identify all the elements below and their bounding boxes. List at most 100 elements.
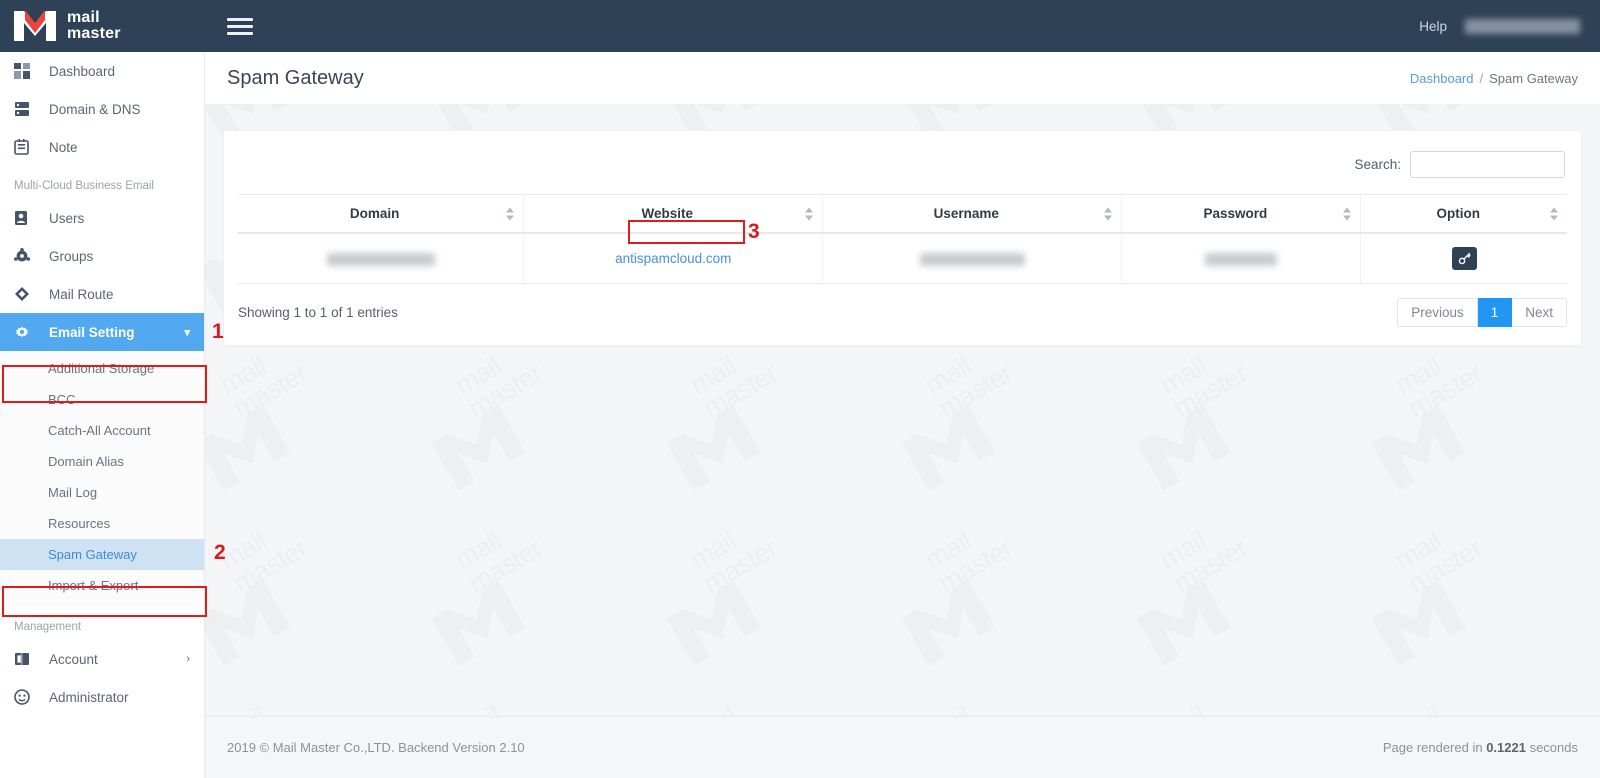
email-setting-submenu: Additional Storage BCC Catch-All Account… [0, 351, 204, 607]
render-suffix: seconds [1525, 740, 1578, 755]
dashboard-grid-icon [14, 61, 36, 81]
note-calendar-icon [14, 137, 36, 157]
entries-info: Showing 1 to 1 of 1 entries [238, 305, 398, 320]
pagination-next[interactable]: Next [1512, 298, 1567, 327]
sidebar-item-mail-route[interactable]: Mail Route [0, 275, 204, 313]
search-label: Search: [1354, 157, 1401, 172]
mailmaster-logo-icon [14, 10, 56, 41]
breadcrumb-separator: / [1479, 70, 1484, 86]
column-header-website[interactable]: Website [523, 194, 823, 234]
breadcrumb-dashboard[interactable]: Dashboard [1410, 71, 1474, 86]
cell-domain [238, 233, 524, 284]
cell-option [1360, 233, 1567, 284]
sidebar-item-label: Note [49, 139, 78, 155]
render-prefix: Page rendered in [1382, 740, 1487, 755]
sidebar-subitem-bcc[interactable]: BCC [0, 384, 204, 415]
sidebar-item-email-setting[interactable]: Email Setting ▾ [0, 313, 204, 351]
account-email-redacted[interactable] [1465, 18, 1580, 34]
sidebar-subitem-catch-all-account[interactable]: Catch-All Account [0, 415, 204, 446]
sidebar-item-label: Groups [49, 248, 94, 264]
server-icon [14, 99, 36, 119]
sort-icon[interactable] [1550, 207, 1558, 220]
sidebar-item-dashboard[interactable]: Dashboard [0, 52, 204, 90]
pagination-page-1[interactable]: 1 [1477, 298, 1513, 327]
table-row: antispamcloud.com [238, 233, 1567, 284]
sidebar-item-note[interactable]: Note [0, 128, 204, 166]
user-card-icon [14, 208, 36, 228]
column-label: Option [1436, 206, 1480, 221]
sidebar: Dashboard Domain & DNS Note Multi-Cloud … [0, 52, 205, 778]
hamburger-bar [227, 24, 253, 28]
sidebar-item-groups[interactable]: Groups [0, 237, 204, 275]
sidebar-item-administrator[interactable]: Administrator [0, 678, 204, 716]
column-header-username[interactable]: Username [822, 194, 1122, 234]
sidebar-item-label: Administrator [49, 689, 129, 705]
hamburger-bar [227, 17, 253, 21]
sidebar-subitem-resources[interactable]: Resources [0, 508, 204, 539]
table-header-row: Domain Website Username Password Option [238, 194, 1567, 234]
sidebar-item-account[interactable]: Account › [0, 640, 204, 678]
column-header-password[interactable]: Password [1121, 194, 1361, 234]
search-row: Search: [238, 145, 1567, 194]
pagination-previous[interactable]: Previous [1397, 298, 1478, 327]
top-bar-right: Help [1419, 18, 1600, 34]
annotation-number-1: 1 [212, 320, 224, 343]
render-seconds: 0.1221 [1486, 740, 1526, 755]
route-diamond-icon [14, 284, 36, 304]
cell-password [1121, 233, 1361, 284]
sidebar-section-email: Multi-Cloud Business Email [14, 180, 154, 192]
main-content: Spam Gateway Dashboard / Spam Gateway Se… [205, 52, 1600, 778]
sidebar-item-label: Users [49, 210, 85, 226]
sidebar-item-label: Mail Route [49, 286, 114, 302]
sidebar-item-label: Email Setting [49, 324, 135, 340]
annotation-number-3: 3 [748, 220, 760, 243]
annotation-number-2: 2 [214, 541, 226, 564]
sidebar-item-users[interactable]: Users [0, 199, 204, 237]
brand-name-line2: master [67, 25, 121, 42]
key-icon-button[interactable] [1451, 247, 1477, 270]
column-header-domain[interactable]: Domain [238, 194, 524, 234]
key-icon [1458, 252, 1471, 265]
sort-icon[interactable] [1343, 207, 1352, 220]
brand-logo[interactable]: mail master [0, 0, 205, 52]
cell-website: antispamcloud.com [523, 233, 823, 284]
password-value-redacted [1205, 252, 1278, 266]
hamburger-icon[interactable] [227, 13, 253, 39]
cell-username [822, 233, 1122, 284]
groups-icon [14, 246, 36, 266]
column-label: Website [641, 206, 693, 221]
admin-face-icon [14, 687, 36, 707]
sort-icon[interactable] [1104, 207, 1113, 220]
book-icon [14, 649, 36, 669]
column-header-option[interactable]: Option [1360, 194, 1567, 234]
table-footer: Showing 1 to 1 of 1 entries Previous 1 N… [238, 284, 1567, 327]
sidebar-item-domain-dns[interactable]: Domain & DNS [0, 90, 204, 128]
footer-render-time: Page rendered in 0.1221 seconds [1383, 740, 1578, 755]
website-link[interactable]: antispamcloud.com [615, 251, 731, 266]
sidebar-item-label: Domain & DNS [49, 101, 141, 117]
top-bar: mail master Help [0, 0, 1600, 52]
page-title: Spam Gateway [227, 66, 364, 89]
sidebar-subitem-additional-storage[interactable]: Additional Storage [0, 353, 204, 384]
pagination: Previous 1 Next [1397, 298, 1567, 327]
sort-icon[interactable] [506, 207, 515, 220]
help-link[interactable]: Help [1419, 19, 1447, 34]
brand-name: mail master [67, 10, 121, 42]
hamburger-bar [227, 31, 253, 35]
sidebar-item-label: Dashboard [49, 63, 116, 79]
sidebar-subitem-mail-log[interactable]: Mail Log [0, 477, 204, 508]
domain-value-redacted [326, 252, 435, 266]
gear-icon [14, 322, 36, 342]
sidebar-subitem-spam-gateway[interactable]: Spam Gateway [0, 539, 204, 570]
app-root: mail master mail master mail master mail ma… [0, 0, 1600, 778]
chevron-down-icon: ▾ [184, 326, 190, 339]
spam-gateway-card: Search: Domain Website Username Password… [223, 130, 1582, 346]
breadcrumb: Dashboard / Spam Gateway [1410, 71, 1578, 86]
column-label: Domain [349, 206, 400, 221]
sidebar-subitem-import-export[interactable]: Import & Export [0, 570, 204, 601]
sort-icon[interactable] [805, 207, 814, 220]
page-header: Spam Gateway Dashboard / Spam Gateway [205, 52, 1600, 104]
search-input[interactable] [1410, 151, 1565, 178]
username-value-redacted [919, 252, 1025, 266]
sidebar-subitem-domain-alias[interactable]: Domain Alias [0, 446, 204, 477]
